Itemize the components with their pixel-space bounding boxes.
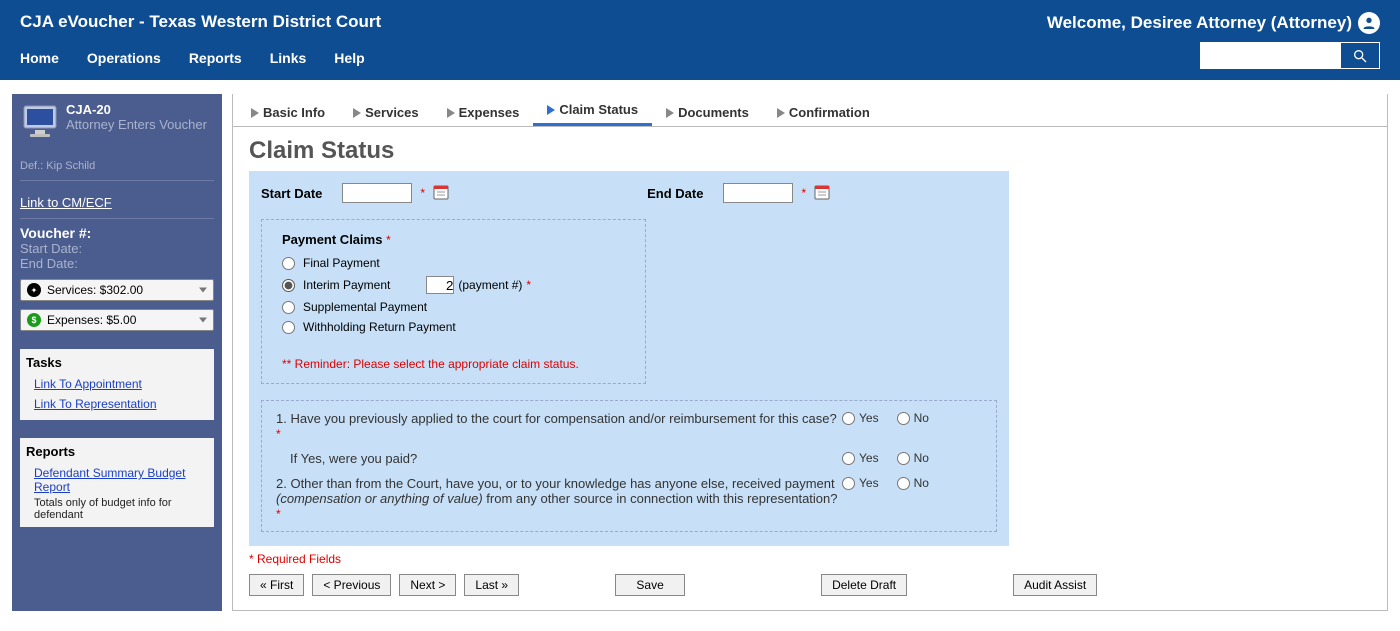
tab-claim-status[interactable]: Claim Status [533,96,652,126]
calendar-icon[interactable] [814,184,830,203]
welcome-label: Welcome, Desiree Attorney (Attorney) [1047,12,1380,34]
search-icon [1352,48,1368,64]
q1-no[interactable] [897,412,910,425]
link-appointment[interactable]: Link To Appointment [26,374,208,394]
tasks-panel: Tasks Link To Appointment Link To Repres… [20,349,214,420]
tab-documents[interactable]: Documents [652,99,763,126]
link-cmecf[interactable]: Link to CM/ECF [20,195,214,210]
required-star: * [801,186,806,200]
end-date-input[interactable] [723,183,793,203]
required-star: * [420,186,425,200]
claim-form-area: Start Date * End Date * Payment Claims [249,171,1009,546]
delete-draft-button[interactable]: Delete Draft [821,574,907,596]
end-date-label: End Date [647,186,703,201]
q1b-no[interactable] [897,452,910,465]
q2-yes[interactable] [842,477,855,490]
search-button[interactable] [1340,42,1380,69]
previous-button[interactable]: < Previous [312,574,391,596]
last-button[interactable]: Last » [464,574,519,596]
radio-supplemental-payment[interactable] [282,301,295,314]
claim-reminder: ** Reminder: Please select the appropria… [282,357,625,371]
calendar-icon[interactable] [433,184,449,203]
question-1b: If Yes, were you paid? [276,451,842,466]
next-button[interactable]: Next > [399,574,456,596]
start-date-label: Start Date [261,186,322,201]
question-1: 1. Have you previously applied to the co… [276,411,842,441]
reports-heading: Reports [26,444,208,459]
tab-confirmation[interactable]: Confirmation [763,99,884,126]
main: Basic Info Services Expenses Claim Statu… [232,94,1388,611]
question-2: 2. Other than from the Court, have you, … [276,476,842,521]
page-heading: Claim Status [249,137,1371,165]
clock-icon: ✦ [27,283,41,297]
tab-basic-info[interactable]: Basic Info [237,99,339,126]
link-representation[interactable]: Link To Representation [26,394,208,414]
monitor-icon [20,102,60,142]
save-button[interactable]: Save [615,574,685,596]
first-button[interactable]: « First [249,574,304,596]
q1b-yes[interactable] [842,452,855,465]
payment-claims-label: Payment Claims [282,232,382,247]
report-note: Totals only of budget info for defendant [26,497,208,521]
content: Claim Status Start Date * End Date * [232,127,1388,611]
money-icon: $ [27,313,41,327]
user-icon[interactable] [1358,12,1380,34]
nav-operations[interactable]: Operations [87,50,161,66]
nav-help[interactable]: Help [334,50,364,66]
nav-links[interactable]: Links [270,50,307,66]
required-legend: * Required Fields [249,552,1371,566]
payment-claims-fieldset: Payment Claims * Final Payment Interim P… [261,219,646,384]
top-nav: Home Operations Reports Links Help [20,32,1380,66]
reports-panel: Reports Defendant Summary Budget Report … [20,438,214,527]
topbar: CJA eVoucher - Texas Western District Co… [0,0,1400,80]
voucher-role: Attorney Enters Voucher [66,117,207,133]
search-wrap [1200,42,1380,69]
q2-no[interactable] [897,477,910,490]
search-input[interactable] [1200,42,1340,69]
sidebar-start-date: Start Date: [20,241,214,256]
radio-final-payment[interactable] [282,257,295,270]
audit-assist-button[interactable]: Audit Assist [1013,574,1097,596]
link-budget-report[interactable]: Defendant Summary Budget Report [26,463,208,497]
sidebar-end-date: End Date: [20,256,214,271]
nav-reports[interactable]: Reports [189,50,242,66]
defendant-label: Def.: Kip Schild [20,160,214,172]
services-dropdown[interactable]: ✦ Services: $302.00 [20,279,214,301]
q1-yes[interactable] [842,412,855,425]
tab-services[interactable]: Services [339,99,433,126]
tab-expenses[interactable]: Expenses [433,99,534,126]
questions-box: 1. Have you previously applied to the co… [261,400,997,532]
interim-number-input[interactable] [426,276,454,294]
voucher-number-header: Voucher #: [20,225,214,241]
voucher-code: CJA-20 [66,102,207,117]
expenses-dropdown[interactable]: $ Expenses: $5.00 [20,309,214,331]
sidebar: CJA-20 Attorney Enters Voucher Def.: Kip… [12,94,222,611]
start-date-input[interactable] [342,183,412,203]
tabs-row: Basic Info Services Expenses Claim Statu… [232,94,1388,127]
button-row: « First < Previous Next > Last » Save De… [249,574,1371,596]
tasks-heading: Tasks [26,355,208,370]
radio-interim-payment[interactable] [282,279,295,292]
radio-withholding-return[interactable] [282,321,295,334]
nav-home[interactable]: Home [20,50,59,66]
